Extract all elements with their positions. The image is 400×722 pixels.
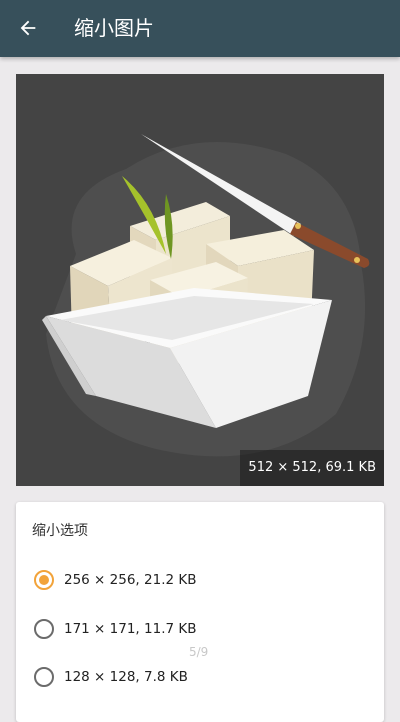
- app-bar: 缩小图片: [0, 0, 400, 57]
- radio-unchecked-icon[interactable]: [34, 619, 54, 639]
- option-label: 128 × 128, 7.8 KB: [64, 669, 188, 685]
- page-indicator: 5/9: [189, 645, 209, 659]
- arrow-back-icon: [20, 20, 36, 36]
- option-128[interactable]: 128 × 128, 7.8 KB: [34, 657, 364, 697]
- page-title: 缩小图片: [74, 16, 154, 40]
- image-preview: 512 × 512, 69.1 KB: [16, 74, 384, 486]
- back-button[interactable]: [10, 10, 46, 46]
- radio-checked-icon[interactable]: [34, 570, 54, 590]
- option-label: 171 × 171, 11.7 KB: [64, 621, 197, 637]
- radio-unchecked-icon[interactable]: [34, 667, 54, 687]
- resize-options-card: 缩小选项 256 × 256, 21.2 KB 171 × 171, 11.7 …: [16, 502, 384, 722]
- options-title: 缩小选项: [32, 523, 88, 539]
- option-256[interactable]: 256 × 256, 21.2 KB: [34, 560, 364, 600]
- option-label: 256 × 256, 21.2 KB: [64, 572, 197, 588]
- option-171[interactable]: 171 × 171, 11.7 KB: [34, 609, 364, 649]
- original-size-label: 512 × 512, 69.1 KB: [240, 450, 384, 486]
- tofu-bowl-illustration: [42, 134, 370, 457]
